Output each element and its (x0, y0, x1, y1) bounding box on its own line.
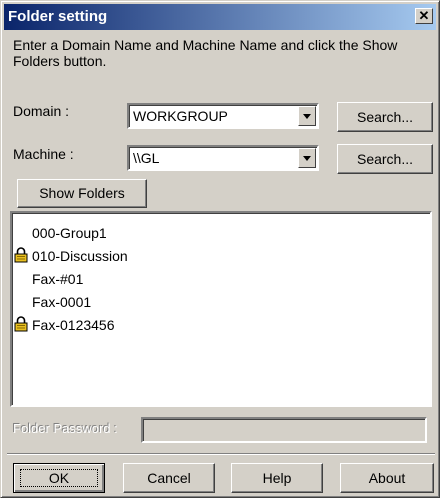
machine-dropdown-button[interactable] (298, 148, 316, 168)
about-label: About (368, 470, 406, 486)
about-button[interactable]: About (340, 463, 434, 493)
show-folders-label: Show Folders (39, 185, 125, 201)
window-title: Folder setting (8, 8, 108, 25)
show-folders-button[interactable]: Show Folders (17, 179, 147, 208)
folder-name: Fax-#01 (32, 271, 84, 287)
close-icon: ✕ (418, 8, 430, 23)
help-label: Help (262, 470, 292, 486)
folder-name: 010-Discussion (32, 248, 128, 264)
machine-label: Machine : (13, 146, 74, 162)
list-item[interactable]: 010-Discussion (14, 247, 128, 264)
folder-name: Fax-0123456 (32, 317, 115, 333)
domain-dropdown-button[interactable] (298, 106, 316, 126)
title-bar[interactable]: Folder setting ✕ (4, 4, 436, 30)
help-button[interactable]: Help (231, 463, 323, 493)
domain-combobox[interactable]: WORKGROUP (127, 103, 319, 129)
list-item[interactable]: 000-Group1 (32, 225, 107, 241)
machine-value: \\GL (133, 150, 160, 166)
domain-search-button[interactable]: Search... (337, 102, 433, 132)
machine-combobox[interactable]: \\GL (127, 145, 319, 171)
folder-name: Fax-0001 (32, 294, 92, 310)
folder-list[interactable]: 000-Group1 010-Discussion Fax-#01 Fax-00… (10, 211, 432, 407)
divider (7, 453, 435, 455)
machine-search-label: Search... (356, 151, 414, 167)
list-item[interactable]: Fax-0001 (32, 294, 91, 310)
padlock-icon (14, 316, 28, 332)
folder-setting-dialog: Folder setting ✕ Enter a Domain Name and… (0, 0, 440, 498)
focus-ring (20, 469, 98, 487)
instruction-text: Enter a Domain Name and Machine Name and… (13, 37, 398, 69)
folder-name: 000-Group1 (32, 225, 107, 241)
domain-search-label: Search... (356, 109, 414, 125)
cancel-label: Cancel (147, 470, 191, 486)
padlock-icon (14, 247, 28, 263)
list-item[interactable]: Fax-0123456 (14, 316, 115, 333)
cancel-button[interactable]: Cancel (123, 463, 215, 493)
close-button[interactable]: ✕ (415, 8, 433, 24)
folder-password-label: Folder Password : (13, 421, 118, 436)
machine-search-button[interactable]: Search... (337, 144, 433, 174)
folder-password-field[interactable] (141, 417, 427, 443)
ok-button[interactable]: OK (13, 463, 105, 493)
domain-value: WORKGROUP (133, 108, 228, 124)
list-item[interactable]: Fax-#01 (32, 271, 83, 287)
domain-label: Domain : (13, 103, 70, 119)
